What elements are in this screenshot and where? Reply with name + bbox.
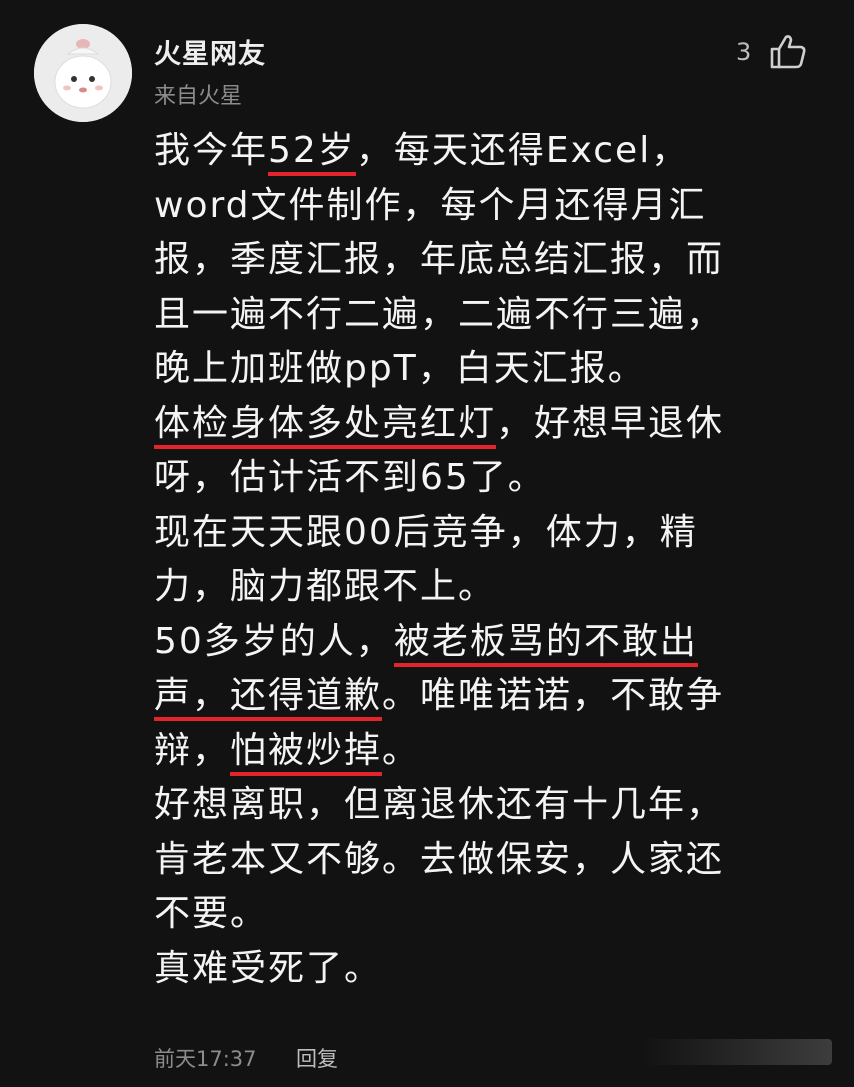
comment-text: 报，季度汇报，年底总结汇报，而 (154, 239, 725, 280)
comment-line: word文件制作，每个月还得月汇 (154, 179, 794, 234)
comment-text: 不要。 (154, 893, 269, 934)
comment-body: 我今年52岁，每天还得Excel， word文件制作，每个月还得月汇 报，季度汇… (154, 124, 794, 996)
comment-text: 好想离职，但离退休还有十几年， (154, 784, 725, 825)
comment-text: 晚上加班做ppT，白天汇报。 (154, 348, 646, 389)
comment-text: 我今年 (154, 130, 269, 171)
thumbs-up-icon[interactable] (768, 32, 808, 72)
comment-line: 好想离职，但离退休还有十几年， (154, 778, 794, 833)
comment-text: 且一遍不行二遍，二遍不行三遍， (154, 293, 725, 335)
comment-line: 力，脑力都跟不上。 (154, 560, 794, 615)
comment-line: 声，还得道歉。唯唯诺诺，不敢争 (154, 669, 794, 724)
comment-line: 晚上加班做ppT，白天汇报。 (154, 342, 794, 397)
comment-text: 50多岁的人， (154, 620, 394, 662)
comment-text: ，每天还得Excel， (355, 130, 690, 171)
comment-text: 真难受死了。 (154, 947, 383, 989)
like-count: 3 (736, 38, 752, 66)
avatar[interactable] (34, 24, 132, 122)
highlighted-text: 怕被炒掉 (230, 729, 383, 776)
highlighted-text: 体检身体多处亮红灯 (154, 402, 497, 449)
comment-text: 。 (382, 729, 421, 771)
comment-text: 肯老本又不够。去做保安，人家还 (154, 838, 725, 880)
comment-line: 且一遍不行二遍，二遍不行三遍， (154, 288, 794, 343)
comment-line: 不要。 (154, 887, 794, 942)
comment-line: 呀，估计活不到65了。 (154, 451, 794, 506)
reply-button[interactable]: 回复 (296, 1043, 338, 1073)
user-subtitle: 来自火星 (154, 84, 243, 109)
highlighted-text: 声，还得道歉 (154, 675, 383, 721)
comment-line: 我今年52岁，每天还得Excel， (154, 124, 794, 179)
comment-line: 辩，怕被炒掉。 (154, 724, 794, 779)
comment-text: ，好想早退休 (496, 402, 725, 444)
comment-text: word文件制作，每个月还得月汇 (154, 184, 707, 226)
watermark (642, 1039, 832, 1065)
username[interactable]: 火星网友 (154, 32, 266, 71)
comment-text: 辩， (154, 729, 231, 771)
comment-text: 。唯唯诺诺，不敢争 (382, 675, 725, 716)
comment-line: 50多岁的人，被老板骂的不敢出 (154, 615, 794, 670)
comment-text: 呀，估计活不到65了。 (154, 457, 546, 498)
comment-line: 报，季度汇报，年底总结汇报，而 (154, 233, 794, 288)
comment-text: 现在天天跟00后竞争，体力，精 (154, 511, 698, 553)
comment-line: 体检身体多处亮红灯，好想早退休 (154, 397, 794, 452)
comment-line: 现在天天跟00后竞争，体力，精 (154, 506, 794, 561)
comment-line: 真难受死了。 (154, 942, 794, 997)
highlighted-text: 被老板骂的不敢出 (393, 620, 698, 667)
highlighted-text: 52岁 (268, 130, 356, 176)
comment-line: 肯老本又不够。去做保安，人家还 (154, 833, 794, 888)
avatar-face-icon (34, 24, 132, 122)
comment-text: 力，脑力都跟不上。 (154, 566, 497, 607)
comment-timestamp: 前天17:37 (154, 1047, 257, 1071)
